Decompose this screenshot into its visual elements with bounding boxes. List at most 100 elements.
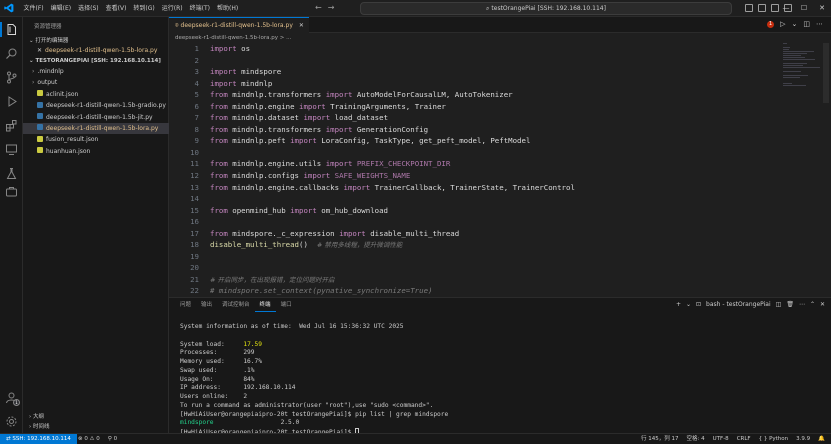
close-panel-icon[interactable]: ✕ <box>820 298 825 312</box>
code-line[interactable]: 21 # 开启同步，在出现报错，定位问题时开启 <box>169 274 779 286</box>
panel-tab[interactable]: 输出 <box>196 298 217 312</box>
code-line[interactable]: 3 import mindspore <box>169 66 779 78</box>
close-icon[interactable]: ✕ <box>37 47 42 54</box>
maximize-panel-icon[interactable]: ⌃ <box>810 298 815 312</box>
editor-scrollbar[interactable] <box>823 43 829 297</box>
editor-tab[interactable]: ⌾ deepseek-r1-distill-qwen-1.5b-lora.py ✕ <box>169 17 309 33</box>
tree-item[interactable]: deepseek-r1-distill-qwen-1.5b-gradio.py <box>23 100 169 111</box>
code-line[interactable]: 10 <box>169 147 779 159</box>
run-file-icon[interactable]: ▷ <box>780 20 785 28</box>
menu-item[interactable]: 选择(S) <box>75 0 103 17</box>
cursor-position[interactable]: 行 145，列 17 <box>641 434 679 444</box>
split-editor-icon[interactable]: ◫ <box>803 20 810 28</box>
forward-arrow-icon[interactable]: → <box>328 2 335 14</box>
workspace-root-header[interactable]: ⌄ TESTORANGEPIAI [SSH: 192.168.10.114] <box>29 58 161 64</box>
breadcrumb[interactable]: deepseek-r1-distill-qwen-1.5b-lora.py > … <box>175 35 291 41</box>
run-debug-icon[interactable] <box>5 95 18 108</box>
maximize-icon[interactable]: ☐ <box>795 0 813 17</box>
split-terminal-icon[interactable]: ◫ <box>776 298 782 312</box>
toggle-panel-icon[interactable] <box>758 4 766 12</box>
panel-tab[interactable]: 终端 <box>254 298 276 312</box>
code-line[interactable]: 18 disable_multi_thread() # 禁用多线程，提升微调性能 <box>169 239 779 251</box>
tree-item[interactable]: deepseek-r1-distill-qwen-1.5b-jit.py <box>23 112 169 123</box>
tree-item[interactable]: huanhuan.json <box>23 146 169 157</box>
tree-item[interactable]: aclinit.json <box>23 89 169 100</box>
more-actions-icon[interactable]: ⋯ <box>816 20 823 28</box>
code-line[interactable]: 22 # mindspore.set_context(pynative_synch… <box>169 285 779 297</box>
code-line[interactable]: 8 from mindnlp.transformers import Genera… <box>169 124 779 136</box>
account-icon[interactable]: 1 <box>5 391 20 406</box>
minimap[interactable] <box>783 43 823 103</box>
problems-indicator[interactable]: ⊗ 0 ⚠ 0 <box>78 434 100 444</box>
code-line[interactable]: 13 from mindnlp.engine.callbacks import T… <box>169 182 779 194</box>
terminal-output[interactable]: System information as of time: Wed Jul 1… <box>180 323 820 437</box>
trash-icon[interactable]: 🗑 <box>786 298 794 312</box>
terminal-name[interactable]: bash - testOrangePiai <box>706 298 771 312</box>
panel-tab[interactable]: 问题 <box>175 298 196 312</box>
code-view[interactable]: 1 import os 2 3 import mindspore 4 import mind… <box>169 43 779 309</box>
code-line[interactable]: 11 from mindnlp.engine.utils import PREFI… <box>169 158 779 170</box>
testing-icon[interactable] <box>5 167 18 180</box>
ports-indicator[interactable]: ⚲ 0 <box>108 434 117 444</box>
code-line[interactable]: 14 <box>169 193 779 205</box>
settings-gear-icon[interactable] <box>5 415 18 428</box>
command-center[interactable]: ⌕ testOrangePiai [SSH: 192.168.10.114] <box>360 2 732 15</box>
code-token: import <box>343 182 371 192</box>
source-control-icon[interactable] <box>5 71 18 84</box>
code-line[interactable]: 4 import mindnlp <box>169 78 779 90</box>
indentation[interactable]: 空格: 4 <box>687 434 705 444</box>
code-line[interactable]: 12 from mindnlp.configs import SAFE_WEIGH… <box>169 170 779 182</box>
encoding[interactable]: UTF-8 <box>713 434 729 444</box>
docker-icon[interactable] <box>5 185 18 198</box>
remote-indicator[interactable]: ⇄ SSH: 192.168.10.114 <box>0 434 77 444</box>
menu-item[interactable]: 查看(V) <box>102 0 130 17</box>
code-line[interactable]: 17 from mindspore._c_expression import di… <box>169 228 779 240</box>
menu-item[interactable]: 帮助(H) <box>213 0 241 17</box>
tree-item[interactable]: › output <box>23 77 169 88</box>
menu-item[interactable]: 转到(G) <box>130 0 158 17</box>
code-line[interactable]: 19 <box>169 251 779 263</box>
panel-tab[interactable]: 端口 <box>276 298 297 312</box>
menu-item[interactable]: 编辑(E) <box>47 0 74 17</box>
search-icon[interactable] <box>5 47 18 60</box>
python-version[interactable]: 3.9.9 <box>796 434 810 444</box>
code-line[interactable]: 16 <box>169 216 779 228</box>
explorer-icon[interactable] <box>0 22 18 37</box>
tree-item[interactable]: deepseek-r1-distill-qwen-1.5b-lora.py <box>23 122 169 135</box>
notifications-bell-icon[interactable]: 🔔 <box>818 434 825 444</box>
code-line[interactable]: 5 from mindnlp.transformers import AutoMo… <box>169 89 779 101</box>
code-line[interactable]: 9 from mindnlp.peft import LoraConfig, Ta… <box>169 135 779 147</box>
toggle-sidebar-icon[interactable] <box>745 4 753 12</box>
remote-explorer-icon[interactable] <box>5 143 18 156</box>
scrollbar-thumb[interactable] <box>823 43 829 103</box>
panel-tab[interactable]: 调试控制台 <box>217 298 255 312</box>
back-arrow-icon[interactable]: ← <box>315 2 322 14</box>
language-mode[interactable]: { } Python <box>759 434 789 444</box>
code-line[interactable]: 7 from mindnlp.dataset import load_datase… <box>169 112 779 124</box>
end-of-line[interactable]: CRLF <box>737 434 751 444</box>
code-line[interactable]: 20 <box>169 262 779 274</box>
code-line[interactable]: 2 <box>169 55 779 67</box>
code-token: om_hub_download <box>316 205 389 215</box>
editor-area: ⌾ deepseek-r1-distill-qwen-1.5b-lora.py ✕… <box>169 17 831 307</box>
minimize-icon[interactable]: — <box>777 0 795 17</box>
tree-item[interactable]: › .mindnlp <box>23 66 169 77</box>
timeline-section[interactable]: › 时间线 <box>29 422 49 430</box>
close-tab-icon[interactable]: ✕ <box>299 22 304 29</box>
code-line[interactable]: 15 from openmind_hub import om_hub_downlo… <box>169 205 779 217</box>
open-editors-header[interactable]: ⌄ 打开的编辑器 <box>29 36 68 44</box>
more-actions-icon[interactable]: ⋯ <box>799 298 805 312</box>
menu-item[interactable]: 文件(F) <box>20 0 47 17</box>
close-window-icon[interactable]: ✕ <box>813 0 831 17</box>
tree-item[interactable]: fusion_result.json <box>23 134 169 145</box>
code-line[interactable]: 1 import os <box>169 43 779 55</box>
new-terminal-icon[interactable]: + <box>676 298 681 312</box>
outline-section[interactable]: › 大纲 <box>29 412 44 420</box>
open-editor-item[interactable]: ✕ deepseek-r1-distill-qwen-1.5b-lora.py <box>37 46 168 56</box>
chevron-down-icon[interactable]: ⌄ <box>686 298 691 312</box>
extensions-icon[interactable] <box>5 119 18 132</box>
menu-item[interactable]: 运行(R) <box>158 0 186 17</box>
code-line[interactable]: 6 from mindnlp.engine import TrainingArgu… <box>169 101 779 113</box>
chevron-down-icon[interactable]: ⌄ <box>792 20 798 28</box>
menu-item[interactable]: 终端(T) <box>186 0 213 17</box>
